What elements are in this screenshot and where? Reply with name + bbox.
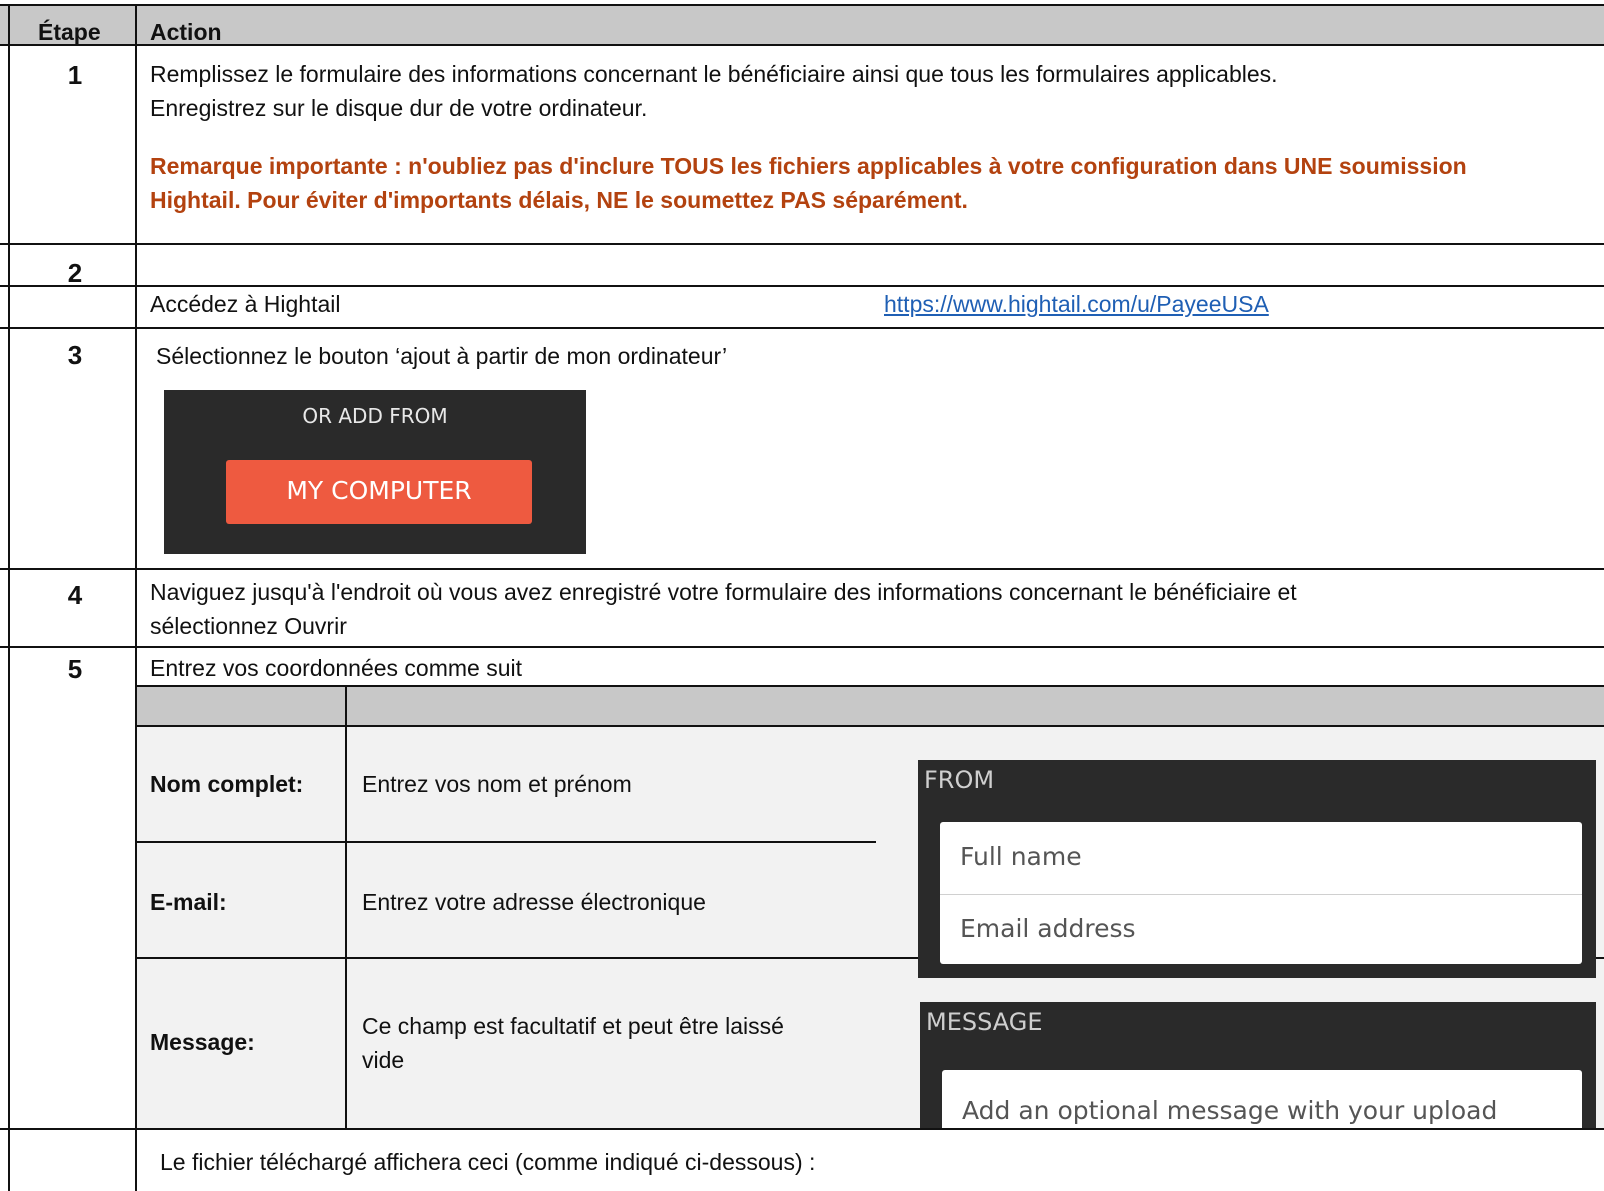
step4-line1: Naviguez jusqu'à l'endroit où vous avez … [150,579,1297,605]
upload-widget-label: OR ADD FROM [302,404,448,428]
message-panel-title: MESSAGE [926,1008,1043,1036]
my-computer-button[interactable]: MY COMPUTER [226,460,532,524]
step1-warning-line2: Hightail. Pour éviter d'importants délai… [150,187,968,213]
step-number-3: 3 [67,340,83,370]
step5-text: Entrez vos coordonnées comme suit [150,655,523,681]
step-number-4: 4 [67,580,83,610]
my-computer-button-label: MY COMPUTER [286,476,472,505]
step-number-1: 1 [67,60,83,90]
table-header [0,4,1604,44]
step1-line2: Enregistrez sur le disque dur de votre o… [150,95,648,121]
hightail-link[interactable]: https://www.hightail.com/u/PayeeUSA [884,288,1269,320]
message-input[interactable]: Add an optional message with your upload [942,1070,1582,1128]
step3-text: Sélectionnez le bouton ‘ajout à partir d… [156,343,728,369]
email-address-placeholder: Email address [960,914,1136,943]
field-label-name: Nom complet: [150,771,304,797]
field-desc-message-line2: vide [362,1047,405,1073]
step-number-5: 5 [67,654,83,684]
field-label-message: Message: [150,1029,255,1055]
field-desc-name: Entrez vos nom et prénom [362,771,632,797]
field-desc-email: Entrez votre adresse électronique [362,889,706,915]
step1-line1: Remplissez le formulaire des information… [150,61,1278,87]
final-row-text: Le fichier téléchargé affichera ceci (co… [160,1149,816,1175]
fields-table-header [136,686,1604,726]
field-desc-message-line1: Ce champ est facultatif et peut être lai… [362,1013,784,1039]
from-panel: FROM Full name Email address [918,760,1596,978]
full-name-input[interactable]: Full name Email address [940,822,1582,964]
message-placeholder: Add an optional message with your upload [962,1096,1498,1125]
step4-line2: sélectionnez Ouvrir [150,613,347,639]
step-number-2: 2 [67,258,83,288]
from-panel-title: FROM [924,766,995,794]
full-name-placeholder: Full name [960,842,1082,871]
upload-widget: OR ADD FROM MY COMPUTER [164,390,586,554]
field-divider [940,894,1582,895]
step1-warning-line1: Remarque importante : n'oubliez pas d'in… [150,153,1467,179]
step2-text: Accédez à Hightail [150,291,341,317]
message-panel: MESSAGE Add an optional message with you… [920,1002,1596,1128]
field-label-email: E-mail: [150,889,227,915]
